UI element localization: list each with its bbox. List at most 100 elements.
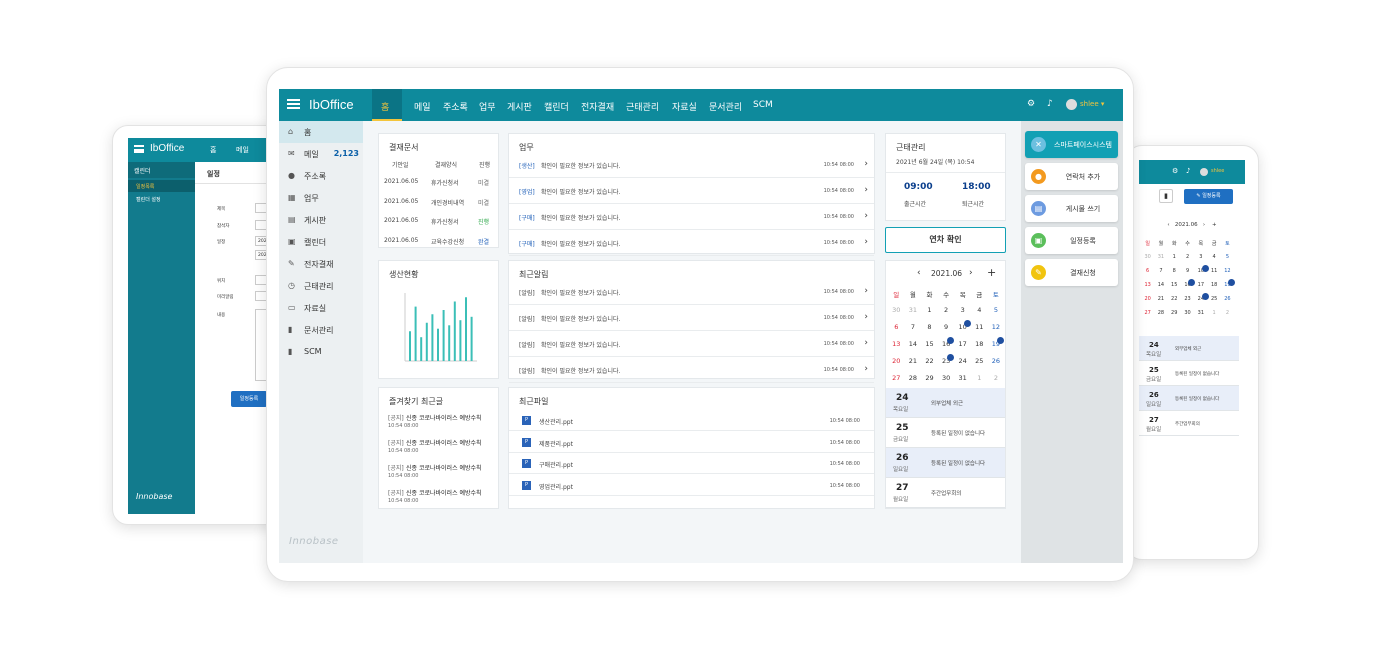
bell-icon[interactable]: ♪	[1186, 167, 1190, 175]
calendar-day[interactable]: 30	[938, 374, 955, 382]
file-row[interactable]: P 구매관리.ppt 10:54 08:00	[509, 453, 874, 474]
calendar-day[interactable]: 3	[1194, 254, 1207, 260]
user-name[interactable]: shlee ▾	[1080, 100, 1104, 108]
calendar-day[interactable]: 1	[1208, 310, 1221, 316]
sidebar-item[interactable]: ▣ 캘린더	[279, 231, 363, 253]
approval-form[interactable]: 휴가신청서	[431, 217, 459, 226]
calendar-day[interactable]: 13	[888, 340, 905, 348]
menu-icon[interactable]	[134, 145, 144, 153]
calendar-day[interactable]: 23	[1181, 296, 1194, 302]
sidebar-item[interactable]: ✎ 전자결재	[279, 253, 363, 275]
left-nav-mail[interactable]: 메일	[236, 145, 249, 155]
calendar-day[interactable]: 4	[971, 306, 988, 314]
calendar-day[interactable]: 2	[1221, 310, 1234, 316]
calendar-day[interactable]: 17	[1194, 282, 1207, 288]
nav-attendance[interactable]: 근태관리	[626, 100, 659, 113]
sidebar-item[interactable]: ✉ 메일 2,123	[279, 143, 363, 165]
favorite-title[interactable]: 신종 코로나바이러스 예방수칙	[406, 488, 482, 497]
nav-scm[interactable]: SCM	[753, 100, 773, 110]
calendar-day[interactable]: 27	[888, 374, 905, 382]
sidebar-item[interactable]: ▤ 게시판	[279, 209, 363, 231]
quick-action-button[interactable]: ▤ 게시물 쓰기	[1025, 195, 1118, 222]
nav-mail[interactable]: 메일	[414, 100, 431, 113]
calendar-day[interactable]: 18	[971, 340, 988, 348]
nav-calendar[interactable]: 캘린더	[544, 100, 569, 113]
calendar-day[interactable]: 5	[988, 306, 1005, 314]
add-event-icon[interactable]: +	[987, 266, 996, 279]
file-row[interactable]: P 제품관리.ppt 10:54 08:00	[509, 432, 874, 453]
approval-form[interactable]: 개인경비내역	[431, 198, 464, 207]
calendar-day[interactable]: 22	[1168, 296, 1181, 302]
event-item[interactable]: 25 금요일 등록된 일정이 없습니다	[886, 418, 1005, 448]
calendar-day[interactable]: 14	[905, 340, 922, 348]
calendar-day[interactable]: 31	[1154, 254, 1167, 260]
calendar-day[interactable]: 21	[1154, 296, 1167, 302]
calendar-day[interactable]: 3	[954, 306, 971, 314]
calendar-day[interactable]: 30	[1181, 310, 1194, 316]
sidebar-item[interactable]: ⌂ 홈	[279, 121, 363, 143]
calendar-day[interactable]: 22	[921, 357, 938, 365]
sidebar-item[interactable]: ▦ 업무	[279, 187, 363, 209]
calendar-day[interactable]: 8	[921, 323, 938, 331]
list-item[interactable]: [구매] 확인이 필요한 정보가 있습니다. 10:54 08:00 ›	[509, 204, 874, 230]
next-month-icon[interactable]: ›	[969, 268, 973, 278]
quick-action-button[interactable]: ▣ 일정등록	[1025, 227, 1118, 254]
list-item[interactable]: [알림] 확인이 필요한 정보가 있습니다. 10:54 08:00 ›	[509, 279, 874, 305]
approval-form[interactable]: 교육수강신청	[431, 237, 464, 246]
calendar-day[interactable]: 28	[1154, 310, 1167, 316]
left-menu-calendar-settings[interactable]: 캘린더 설정	[128, 193, 195, 205]
menu-icon[interactable]	[287, 99, 300, 109]
nav-documents[interactable]: 문서관리	[709, 100, 742, 113]
list-item[interactable]: [생산] 확인이 필요한 정보가 있습니다. 10:54 08:00 ›	[509, 152, 874, 178]
calendar-day[interactable]: 29	[1168, 310, 1181, 316]
submit-schedule-button[interactable]: 일정등록	[231, 391, 267, 407]
add-schedule-button[interactable]: ✎ 일정등록	[1184, 189, 1233, 204]
left-nav-home[interactable]: 홈	[210, 145, 216, 155]
approval-form[interactable]: 휴가신청서	[431, 178, 459, 187]
settings-icon[interactable]: ⚙	[1027, 99, 1035, 109]
event-item[interactable]: 25 금요일 등록된 일정이 없습니다	[1139, 361, 1239, 386]
calendar-day[interactable]: 7	[1154, 268, 1167, 274]
calendar-day[interactable]: 4	[1208, 254, 1221, 260]
calendar-day[interactable]: 25	[1208, 296, 1221, 302]
calendar-day[interactable]: 26	[1221, 296, 1234, 302]
list-item[interactable]: [알림] 확인이 필요한 정보가 있습니다. 10:54 08:00 ›	[509, 305, 874, 331]
calendar-day[interactable]: 21	[905, 357, 922, 365]
brand-logo[interactable]: IbOffice	[309, 97, 354, 112]
event-item[interactable]: 27 월요일 주간업무회의	[1139, 411, 1239, 436]
calendar-day[interactable]: 27	[1141, 310, 1154, 316]
calendar-day[interactable]: 18	[1208, 282, 1221, 288]
calendar-day[interactable]: 9	[938, 323, 955, 331]
quick-action-button[interactable]: ● 연락처 추가	[1025, 163, 1118, 190]
calendar-day[interactable]: 28	[905, 374, 922, 382]
calendar-day[interactable]: 2	[1181, 254, 1194, 260]
calendar-day[interactable]: 8	[1168, 268, 1181, 274]
right-user-name[interactable]: shlee	[1211, 168, 1224, 174]
calendar-day[interactable]: 30	[1141, 254, 1154, 260]
event-item[interactable]: 26 일요일 등록된 일정이 없습니다	[886, 448, 1005, 478]
quick-action-button[interactable]: ✕ 스마트페이스시스템	[1025, 131, 1118, 158]
list-item[interactable]: [알림] 확인이 필요한 정보가 있습니다. 10:54 08:00 ›	[509, 331, 874, 357]
vacation-check-button[interactable]: 연차 확인	[885, 227, 1006, 253]
nav-home[interactable]: 홈	[381, 100, 389, 113]
calendar-day[interactable]: 12	[1221, 268, 1234, 274]
sidebar-item[interactable]: ▮ SCM	[279, 341, 363, 363]
event-item[interactable]: 24 목요일 외부업체 외근	[1139, 336, 1239, 361]
calendar-day[interactable]: 15	[1168, 282, 1181, 288]
sidebar-item[interactable]: ● 주소록	[279, 165, 363, 187]
settings-icon[interactable]: ⚙	[1172, 167, 1178, 175]
calendar-day[interactable]: 31	[954, 374, 971, 382]
calendar-day[interactable]: 15	[921, 340, 938, 348]
nav-archive[interactable]: 자료실	[672, 100, 697, 113]
sidebar-item[interactable]: ▭ 자료실	[279, 297, 363, 319]
nav-address-book[interactable]: 주소록	[443, 100, 468, 113]
event-item[interactable]: 24 목요일 외부업체 외근	[886, 388, 1005, 418]
calendar-day[interactable]: 6	[888, 323, 905, 331]
calendar-day[interactable]: 29	[921, 374, 938, 382]
calendar-day[interactable]: 20	[1141, 296, 1154, 302]
favorite-title[interactable]: 신종 코로나바이러스 예방수칙	[406, 463, 482, 472]
calendar-day[interactable]: 11	[971, 323, 988, 331]
calendar-day[interactable]: 30	[888, 306, 905, 314]
calendar-day[interactable]: 24	[954, 357, 971, 365]
trash-icon[interactable]: ▮	[1159, 189, 1173, 203]
